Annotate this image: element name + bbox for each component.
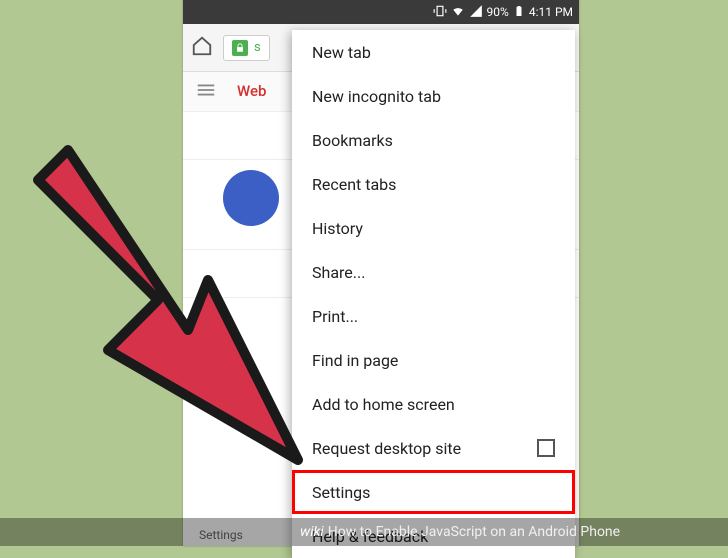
caption-prefix: wiki: [300, 524, 324, 540]
tab-web[interactable]: Web: [237, 82, 266, 102]
lock-icon: [232, 40, 248, 56]
signal-icon: [469, 4, 483, 21]
battery-icon: [513, 4, 525, 21]
caption-text: How to Enable JavaScript on an Android P…: [328, 524, 620, 540]
home-icon[interactable]: [191, 35, 213, 61]
wifi-icon: [451, 4, 465, 21]
url-bar[interactable]: s: [223, 35, 270, 61]
phone-frame: 90% 4:11 PM s Web Settings Use Google.co…: [183, 0, 579, 546]
clock-time: 4:11 PM: [529, 5, 573, 19]
menu-share[interactable]: Share...: [292, 250, 575, 294]
url-text: s: [254, 40, 261, 55]
menu-new-tab[interactable]: New tab: [292, 30, 575, 74]
hamburger-icon[interactable]: [195, 79, 217, 105]
menu-request-desktop[interactable]: Request desktop site: [292, 426, 575, 470]
menu-find-in-page[interactable]: Find in page: [292, 338, 575, 382]
menu-history[interactable]: History: [292, 206, 575, 250]
overflow-menu: New tab New incognito tab Bookmarks Rece…: [292, 30, 575, 558]
search-logo-partial: [223, 170, 279, 226]
vibrate-icon: [433, 4, 447, 21]
status-bar: 90% 4:11 PM: [183, 0, 579, 24]
menu-bookmarks[interactable]: Bookmarks: [292, 118, 575, 162]
menu-recent-tabs[interactable]: Recent tabs: [292, 162, 575, 206]
menu-new-incognito[interactable]: New incognito tab: [292, 74, 575, 118]
battery-percent: 90%: [487, 5, 509, 19]
desktop-checkbox[interactable]: [537, 439, 555, 457]
caption-bar: wiki How to Enable JavaScript on an Andr…: [0, 518, 728, 546]
menu-print[interactable]: Print...: [292, 294, 575, 338]
menu-settings[interactable]: Settings: [292, 470, 575, 514]
menu-add-home[interactable]: Add to home screen: [292, 382, 575, 426]
